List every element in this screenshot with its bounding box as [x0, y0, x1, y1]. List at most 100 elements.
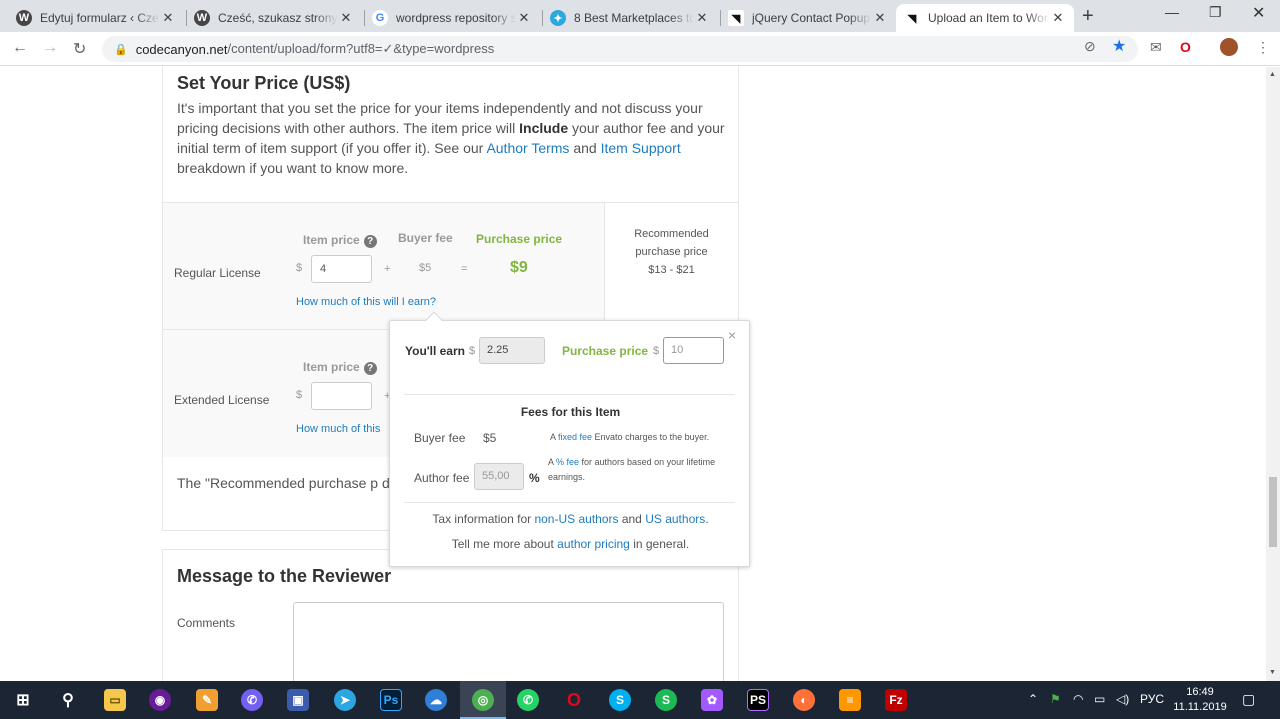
close-tab-icon[interactable]: ✕	[694, 10, 710, 26]
extended-item-price-input[interactable]	[311, 382, 372, 410]
buyer-fee-header: Buyer fee	[398, 231, 453, 245]
opera-icon[interactable]: O	[1180, 39, 1191, 55]
volume-icon[interactable]: ◁)	[1116, 692, 1129, 706]
file-explorer-icon[interactable]: ▭	[104, 689, 126, 711]
opera-taskbar-icon[interactable]: O	[563, 689, 585, 711]
clock[interactable]: 16:49 11.11.2019	[1170, 685, 1230, 715]
review-section-title: Message to the Reviewer	[177, 566, 392, 586]
close-icon[interactable]: ×	[728, 327, 736, 343]
regular-item-price-input[interactable]: 4	[311, 255, 372, 283]
regular-license-label: Regular License	[174, 266, 261, 280]
item-support-link[interactable]: Item Support	[601, 140, 681, 156]
new-tab-button[interactable]: +	[1082, 5, 1094, 28]
close-tab-icon[interactable]: ✕	[160, 10, 176, 26]
browser-tab[interactable]: ◥ jQuery Contact Popup F ✕	[720, 4, 896, 32]
notification-icon[interactable]: ▢	[1242, 691, 1255, 708]
browser-tab[interactable]: ✦ 8 Best Marketplaces to ✕	[542, 4, 718, 32]
search-icon[interactable]: ⚲	[57, 689, 79, 711]
podcast-icon[interactable]: ◉	[149, 689, 171, 711]
s-app-icon[interactable]: S	[655, 689, 677, 711]
figma-icon[interactable]: ✿	[701, 689, 723, 711]
scroll-up-icon[interactable]: ▲	[1269, 71, 1276, 78]
divider	[404, 394, 735, 395]
minimize-button[interactable]: —	[1165, 4, 1179, 20]
how-much-earn-link[interactable]: How much of this will I earn?	[296, 296, 436, 308]
filezilla-icon[interactable]: Fz	[885, 689, 907, 711]
close-window-button[interactable]: ✕	[1252, 3, 1265, 23]
percent-fee-link[interactable]: % fee	[556, 457, 579, 467]
windows-taskbar: ⊞ ⚲ ▭ ◉ ✎ ✆ ▣ ➤ Ps ☁ ◎ ✆ O S S ✿ PS ◐ ≡ …	[0, 681, 1280, 719]
windows-start-icon[interactable]: ⊞	[12, 689, 34, 711]
telegram-icon[interactable]: ➤	[334, 689, 356, 711]
menu-icon[interactable]: ⋮	[1256, 39, 1270, 56]
currency-symbol: $	[296, 389, 303, 401]
buyer-fee-label: Buyer fee	[414, 431, 466, 445]
reload-icon[interactable]: ↻	[73, 39, 86, 59]
author-fee-description: A % fee for authors based on your lifeti…	[548, 457, 716, 482]
help-icon[interactable]: ?	[363, 235, 377, 248]
blocked-content-icon[interactable]: ⊘	[1084, 38, 1096, 55]
browser-tab[interactable]: G wordpress repository se ✕	[364, 4, 540, 32]
recommended-price-label: Recommended purchase price	[634, 228, 709, 258]
firefox-icon[interactable]: ◐	[793, 689, 815, 711]
comments-textarea[interactable]	[293, 602, 724, 681]
close-tab-icon[interactable]: ✕	[1050, 10, 1066, 26]
sublime-icon[interactable]: ≡	[839, 689, 861, 711]
scrollbar-thumb[interactable]	[1269, 477, 1277, 547]
author-fee-field: 55,00	[474, 463, 524, 490]
clock-date: 11.11.2019	[1173, 701, 1227, 713]
tab-title: wordpress repository se	[396, 11, 516, 25]
youll-earn-field: 2.25	[479, 337, 545, 364]
author-pricing-link[interactable]: author pricing	[557, 537, 630, 551]
help-icon[interactable]: ?	[363, 362, 377, 375]
save-icon[interactable]: ▣	[287, 689, 309, 711]
back-arrow-icon[interactable]: ←	[12, 39, 28, 57]
recommended-price-range: $13 - $21	[648, 264, 695, 276]
paint-icon[interactable]: ✎	[196, 689, 218, 711]
avatar[interactable]	[1220, 38, 1238, 56]
battery-icon[interactable]: ▭	[1094, 692, 1105, 706]
forward-arrow-icon[interactable]: →	[42, 39, 58, 57]
purchase-price-input[interactable]: 10	[663, 337, 724, 364]
browser-tab-active[interactable]: ◥ Upload an Item to Wor ✕	[896, 4, 1074, 32]
regular-purchase-price: $9	[510, 259, 528, 276]
browser-tab[interactable]: W Cześć, szukasz strony in ✕	[186, 4, 362, 32]
cloud-icon[interactable]: ☁	[425, 689, 447, 711]
phpstorm-icon[interactable]: PS	[747, 689, 769, 711]
photoshop-icon[interactable]: Ps	[380, 689, 402, 711]
review-card: Message to the Reviewer Comments	[162, 549, 739, 681]
language-indicator[interactable]: РУС	[1140, 692, 1164, 706]
earnings-popover: × You'll earn $ 2.25 Purchase price $ 10…	[389, 311, 750, 567]
non-us-authors-link[interactable]: non-US authors	[534, 512, 618, 526]
maximize-button[interactable]: ❐	[1209, 4, 1222, 21]
close-tab-icon[interactable]: ✕	[516, 10, 532, 26]
chrome-icon[interactable]: ◎	[472, 689, 494, 711]
equals-sign: =	[461, 263, 468, 275]
viber-icon[interactable]: ✆	[241, 689, 263, 711]
how-much-earn-link[interactable]: How much of this	[296, 423, 380, 435]
lock-icon: 🔒	[114, 43, 128, 56]
tray-expand-icon[interactable]: ⌃	[1028, 692, 1038, 706]
whatsapp-icon[interactable]: ✆	[517, 689, 539, 711]
close-tab-icon[interactable]: ✕	[338, 10, 354, 26]
wifi-icon[interactable]: ◠	[1073, 692, 1083, 706]
browser-tab[interactable]: W Edytuj formularz ‹ Cześć ✕	[8, 4, 184, 32]
author-terms-link[interactable]: Author Terms	[486, 140, 569, 156]
browser-tab-bar: W Edytuj formularz ‹ Cześć ✕ W Cześć, sz…	[0, 0, 1280, 32]
tab-title: Upload an Item to Wor	[928, 11, 1048, 25]
buyer-fee-value: $5	[483, 431, 497, 445]
scroll-down-icon[interactable]: ▼	[1269, 669, 1276, 676]
address-bar[interactable]: 🔒 codecanyon.net /content/upload/form?ut…	[102, 36, 1138, 62]
bookmark-star-icon[interactable]: ★	[1112, 36, 1126, 56]
fixed-fee-link[interactable]: fixed fee	[558, 432, 592, 442]
wordpress-icon: W	[194, 10, 210, 26]
close-tab-icon[interactable]: ✕	[872, 10, 888, 26]
us-authors-link[interactable]: US authors	[645, 512, 705, 526]
mail-icon[interactable]: ✉	[1150, 39, 1162, 56]
skype-icon[interactable]: S	[609, 689, 631, 711]
vertical-scrollbar[interactable]: ▲ ▼	[1266, 67, 1280, 681]
flag-icon[interactable]: ⚑	[1050, 692, 1061, 706]
fees-title: Fees for this Item	[520, 405, 621, 419]
author-fee-label: Author fee	[414, 471, 470, 485]
item-price-header: Item price?	[303, 233, 377, 248]
